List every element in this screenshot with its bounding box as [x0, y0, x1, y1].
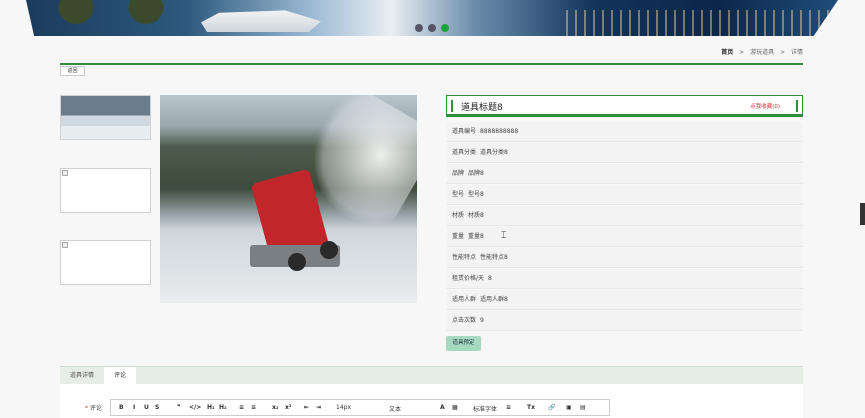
- detail-value: 道具分类8: [480, 149, 508, 156]
- rent-button[interactable]: 道具预定: [446, 336, 481, 351]
- detail-label: 型号: [452, 191, 465, 198]
- section-divider: [60, 63, 803, 65]
- detail-row: 道具编号 8888888888: [446, 122, 803, 142]
- breadcrumb-separator: >: [780, 49, 786, 56]
- detail-value: 材质8: [468, 212, 484, 219]
- font-family-select[interactable]: 标准字体: [473, 404, 497, 413]
- carousel-dot-2[interactable]: [428, 24, 436, 32]
- toolbar-button[interactable]: U: [144, 404, 149, 411]
- detail-label: 性能特点: [452, 254, 477, 261]
- detail-label: 道具分类: [452, 149, 477, 156]
- detail-label: 道具编号: [452, 128, 477, 135]
- tab-comments[interactable]: 评论: [104, 367, 137, 385]
- detail-row: 道具分类 道具分类8: [446, 143, 803, 163]
- thumbnail-2[interactable]: [60, 168, 151, 213]
- breadcrumb-separator: >: [739, 49, 745, 56]
- palm-tree-image: [46, 0, 106, 36]
- detail-row: 型号 型号8: [446, 185, 803, 205]
- toolbar-button[interactable]: </>: [189, 404, 201, 411]
- toolbar-button[interactable]: x₂: [272, 404, 279, 411]
- favorite-link[interactable]: 点我收藏(0): [750, 102, 780, 110]
- detail-value: 8888888888: [480, 128, 519, 135]
- toolbar-button[interactable]: ⇤: [304, 404, 309, 411]
- detail-value: 9: [480, 317, 484, 324]
- product-title: 道具标题8: [461, 103, 503, 113]
- breadcrumb-current: 详情: [790, 49, 803, 56]
- wheel: [320, 241, 338, 259]
- toolbar-button[interactable]: S: [155, 404, 159, 411]
- breadcrumb-home[interactable]: 首页: [721, 49, 733, 56]
- back-button[interactable]: 返回: [60, 66, 85, 76]
- toolbar-button[interactable]: 🔗: [548, 404, 555, 411]
- detail-value: 性能特点8: [480, 254, 508, 261]
- font-size-select[interactable]: 14px: [336, 404, 351, 411]
- carousel-dot-1[interactable]: [415, 24, 423, 32]
- toolbar-button[interactable]: H₁: [207, 404, 215, 411]
- editor-toolbar: B I U S ❞ </> H₁ H₂ ≡ ≡ x₂ x² ⇤ ⇥ A ▦ ≡ Tx 🔗 ▣ ▤ 14px 文本 标准字体: [110, 399, 610, 416]
- detail-row: 材质 材质8: [446, 206, 803, 226]
- toolbar-button[interactable]: ▦: [452, 404, 458, 411]
- toolbar-button[interactable]: A: [440, 404, 445, 411]
- detail-value: 重量8: [468, 233, 484, 240]
- detail-label: 品牌: [452, 170, 465, 177]
- toolbar-button[interactable]: Tx: [527, 404, 535, 411]
- detail-value: 品牌8: [468, 170, 484, 177]
- carousel-dot-3[interactable]: [441, 24, 449, 32]
- toolbar-button[interactable]: ≡: [506, 404, 511, 411]
- broken-image-icon: [62, 170, 68, 176]
- toolbar-button[interactable]: ⇥: [316, 404, 321, 411]
- detail-row: 品牌 品牌8: [446, 164, 803, 184]
- detail-value: 型号8: [468, 191, 484, 198]
- detail-value: 8: [488, 275, 492, 282]
- thumbnail-3[interactable]: [60, 240, 151, 285]
- scroll-handle[interactable]: [860, 203, 865, 225]
- detail-label: 租赁价格/天: [452, 275, 485, 282]
- detail-label: 重量: [452, 233, 465, 240]
- text-style-select[interactable]: 文本: [389, 404, 401, 413]
- breadcrumb-section[interactable]: 游玩道具: [750, 49, 774, 56]
- toolbar-button[interactable]: I: [133, 404, 135, 411]
- toolbar-button[interactable]: x²: [285, 404, 292, 411]
- toolbar-button[interactable]: B: [119, 404, 124, 411]
- toolbar-button[interactable]: ▣: [566, 404, 572, 411]
- broken-image-icon: [62, 242, 68, 248]
- detail-label: 材质: [452, 212, 465, 219]
- toolbar-button[interactable]: ❞: [177, 404, 181, 411]
- detail-label: 点击次数: [452, 317, 477, 324]
- palm-tree-image: [116, 0, 176, 36]
- toolbar-button[interactable]: H₂: [219, 404, 227, 411]
- city-lights-image: [566, 10, 838, 36]
- detail-row: 重量 重量8: [446, 227, 803, 247]
- wheel: [288, 253, 306, 271]
- title-bar-right: [796, 100, 798, 112]
- required-mark: *: [85, 405, 88, 412]
- mouse-cursor-icon: ⌶: [501, 231, 507, 241]
- detail-row: 性能特点 性能特点8: [446, 248, 803, 268]
- breadcrumb: 首页 > 游玩道具 > 详情: [717, 47, 803, 56]
- detail-row: 租赁价格/天 8: [446, 269, 803, 289]
- product-main-image: [160, 95, 417, 303]
- detail-row: 点击次数 9: [446, 311, 803, 331]
- product-title-box: 道具标题8 点我收藏(0): [446, 95, 803, 117]
- toolbar-button[interactable]: ▤: [580, 404, 586, 411]
- detail-label: 适用人群: [452, 296, 477, 303]
- comment-label-text: 评论: [89, 405, 102, 412]
- tab-bar: 道具详情 评论: [60, 366, 803, 385]
- title-bar-left: [451, 100, 453, 112]
- comment-label: * 评论: [85, 403, 102, 412]
- yacht-image: [201, 10, 321, 32]
- tab-details[interactable]: 道具详情: [60, 367, 104, 385]
- toolbar-button[interactable]: ≡: [239, 404, 244, 411]
- thumbnail-1[interactable]: [60, 95, 151, 140]
- detail-value: 适用人群8: [480, 296, 508, 303]
- toolbar-button[interactable]: ≡: [251, 404, 256, 411]
- detail-row: 适用人群 适用人群8: [446, 290, 803, 310]
